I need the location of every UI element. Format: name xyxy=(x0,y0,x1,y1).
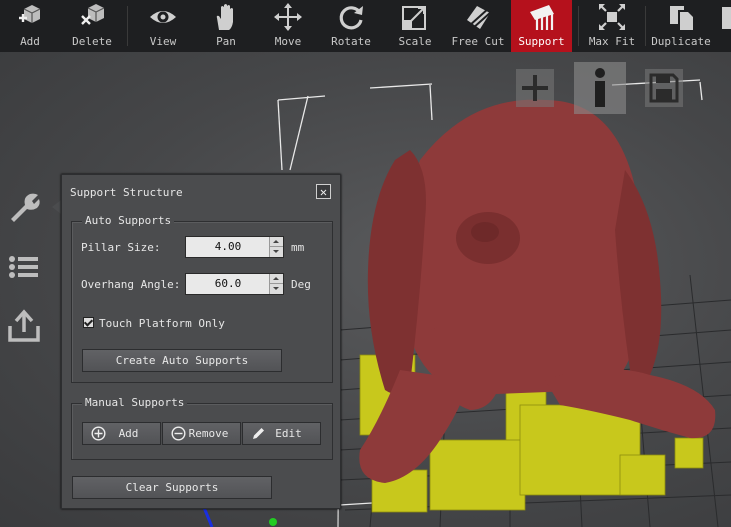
toolbar-overflow-button[interactable] xyxy=(718,0,731,52)
info-button[interactable] xyxy=(574,62,626,114)
pan-label: Pan xyxy=(216,35,236,48)
main-toolbar: Add Delete View Pan Move Rotate Scale Fr… xyxy=(0,0,731,53)
pillar-size-value: 4.00 xyxy=(214,240,242,253)
zoom-plus-button[interactable] xyxy=(516,69,554,107)
manual-supports-title: Manual Supports xyxy=(82,396,188,409)
max-fit-label: Max Fit xyxy=(588,35,636,48)
max-fit-icon xyxy=(599,4,625,30)
duplicate-button[interactable]: Duplicate xyxy=(648,0,714,52)
close-icon: ✕ xyxy=(319,185,328,199)
manual-add-label: Add xyxy=(118,427,139,440)
overhang-angle-increment[interactable] xyxy=(269,274,283,284)
max-fit-button[interactable]: Max Fit xyxy=(582,0,642,52)
panel-title: Support Structure xyxy=(70,186,183,199)
move-button[interactable]: Move xyxy=(258,0,318,52)
rotate-button[interactable]: Rotate xyxy=(320,0,382,52)
support-structure-panel: Support Structure ✕ Auto Supports Pillar… xyxy=(61,174,341,509)
save-icon xyxy=(649,73,679,103)
wrench-icon xyxy=(11,193,40,222)
toolbar-divider xyxy=(578,6,579,46)
model-list-button[interactable] xyxy=(6,249,42,285)
list-icon xyxy=(9,256,38,278)
support-button[interactable]: Support xyxy=(511,0,572,52)
duplicate-icon xyxy=(670,6,693,30)
free-cut-button[interactable]: Free Cut xyxy=(447,0,509,52)
pillar-size-decrement[interactable] xyxy=(269,247,283,257)
add-model-label: Add xyxy=(20,35,40,48)
scale-label: Scale xyxy=(398,35,432,48)
duplicate-label: Duplicate xyxy=(651,35,711,48)
rotate-icon xyxy=(339,6,363,30)
close-button[interactable]: ✕ xyxy=(316,184,331,199)
zoom-plus-icon xyxy=(522,75,548,101)
free-cut-icon xyxy=(467,6,492,30)
move-arrows-icon xyxy=(274,3,302,31)
save-view-button[interactable] xyxy=(645,69,683,107)
touch-platform-label: Touch Platform Only xyxy=(99,317,225,330)
toolbar-divider xyxy=(127,6,128,46)
export-button[interactable] xyxy=(6,308,42,344)
move-label: Move xyxy=(274,35,302,48)
clear-supports-label: Clear Supports xyxy=(125,481,219,494)
manual-edit-button[interactable]: Edit xyxy=(242,422,321,445)
free-cut-label: Free Cut xyxy=(451,35,505,48)
manual-edit-label: Edit xyxy=(275,427,302,440)
delete-model-label: Delete xyxy=(72,35,112,48)
pillar-size-unit: mm xyxy=(291,241,305,254)
pillar-size-label: Pillar Size: xyxy=(81,241,161,254)
export-icon xyxy=(8,309,40,342)
auto-supports-title: Auto Supports xyxy=(82,214,175,227)
overhang-angle-label: Overhang Angle: xyxy=(81,278,181,291)
pillar-size-spinbox[interactable]: 4.00 xyxy=(185,236,284,258)
create-auto-supports-label: Create Auto Supports xyxy=(115,354,249,367)
panel-pointer xyxy=(52,200,61,214)
create-auto-supports-button[interactable]: Create Auto Supports xyxy=(82,349,282,372)
clear-supports-button[interactable]: Clear Supports xyxy=(72,476,272,499)
support-icon xyxy=(529,5,554,30)
overhang-angle-decrement[interactable] xyxy=(269,284,283,294)
x-axis-indicator xyxy=(269,518,277,526)
rotate-label: Rotate xyxy=(331,35,371,48)
manual-remove-button[interactable]: Remove xyxy=(162,422,241,445)
overhang-angle-value: 60.0 xyxy=(214,277,242,290)
tools-button[interactable] xyxy=(6,190,42,226)
cut-off-icon xyxy=(722,7,731,29)
eye-icon xyxy=(150,11,176,23)
delete-model-button[interactable]: Delete xyxy=(62,0,122,52)
toolbar-divider xyxy=(645,6,646,46)
add-model-icon xyxy=(19,5,41,23)
hand-icon xyxy=(216,4,233,30)
add-model-button[interactable]: Add xyxy=(0,0,60,52)
overhang-angle-unit: Deg xyxy=(291,278,311,291)
manual-add-button[interactable]: Add xyxy=(82,422,161,445)
info-icon xyxy=(595,68,605,107)
scale-button[interactable]: Scale xyxy=(384,0,446,52)
delete-model-icon xyxy=(81,4,105,25)
pillar-size-increment[interactable] xyxy=(269,237,283,247)
manual-remove-label: Remove xyxy=(188,427,229,440)
view-label: View xyxy=(149,35,177,48)
support-label: Support xyxy=(518,35,565,48)
scale-icon xyxy=(402,6,426,30)
view-button[interactable]: View xyxy=(133,0,193,52)
touch-platform-checkbox[interactable] xyxy=(83,317,94,328)
pan-button[interactable]: Pan xyxy=(196,0,256,52)
overhang-angle-spinbox[interactable]: 60.0 xyxy=(185,273,284,295)
